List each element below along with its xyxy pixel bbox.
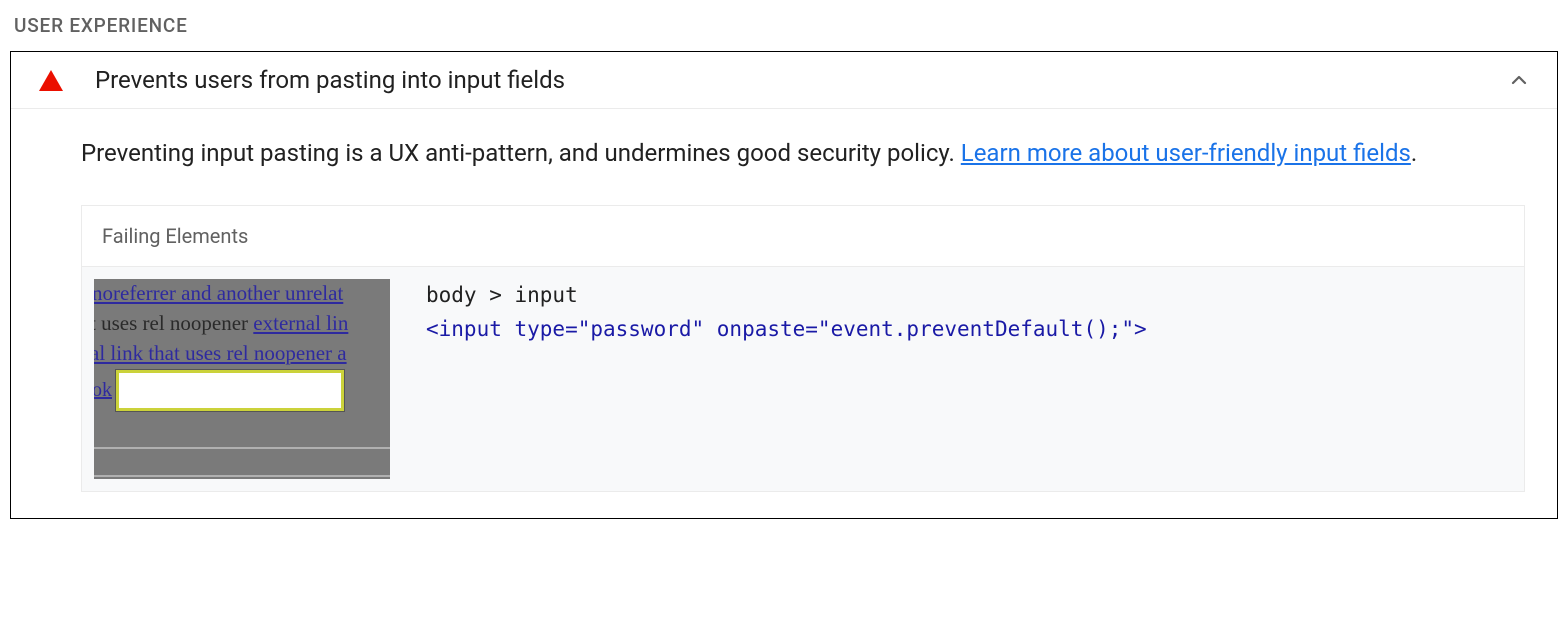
thumbnail-text-line: ok bbox=[94, 370, 344, 411]
audit-title: Prevents users from pasting into input f… bbox=[95, 66, 1507, 94]
failing-element-details: body > input <input type="password" onpa… bbox=[426, 279, 1512, 341]
learn-more-link[interactable]: Learn more about user-friendly input fie… bbox=[961, 139, 1411, 167]
chevron-up-icon[interactable] bbox=[1507, 68, 1531, 92]
highlighted-input-box-icon bbox=[116, 370, 344, 411]
audit-description-text: Preventing input pasting is a UX anti-pa… bbox=[81, 139, 961, 167]
audit-body: Preventing input pasting is a UX anti-pa… bbox=[11, 109, 1557, 518]
element-dom-path: body > input bbox=[426, 283, 1512, 307]
thumbnail-divider bbox=[94, 475, 390, 477]
thumbnail-text-line: noreferrer and another unrelat bbox=[94, 281, 343, 306]
failing-elements-header: Failing Elements bbox=[82, 206, 1524, 267]
thumbnail-divider bbox=[94, 447, 390, 449]
warning-triangle-icon bbox=[39, 70, 63, 91]
section-title: USER EXPERIENCE bbox=[14, 14, 1558, 37]
thumbnail-text-line: t uses rel noopener external lin bbox=[94, 311, 348, 336]
failing-element-row: noreferrer and another unrelat t uses re… bbox=[82, 267, 1524, 491]
audit-description-suffix: . bbox=[1411, 139, 1417, 167]
element-html-snippet: <input type="password" onpaste="event.pr… bbox=[426, 317, 1512, 341]
audit-panel: Prevents users from pasting into input f… bbox=[10, 51, 1558, 519]
thumbnail-text-line: al link that uses rel noopener a bbox=[94, 341, 347, 366]
element-screenshot-thumbnail: noreferrer and another unrelat t uses re… bbox=[94, 279, 390, 479]
failing-elements-box: Failing Elements noreferrer and another … bbox=[81, 205, 1525, 492]
audit-description: Preventing input pasting is a UX anti-pa… bbox=[81, 135, 1525, 171]
audit-header[interactable]: Prevents users from pasting into input f… bbox=[11, 52, 1557, 109]
